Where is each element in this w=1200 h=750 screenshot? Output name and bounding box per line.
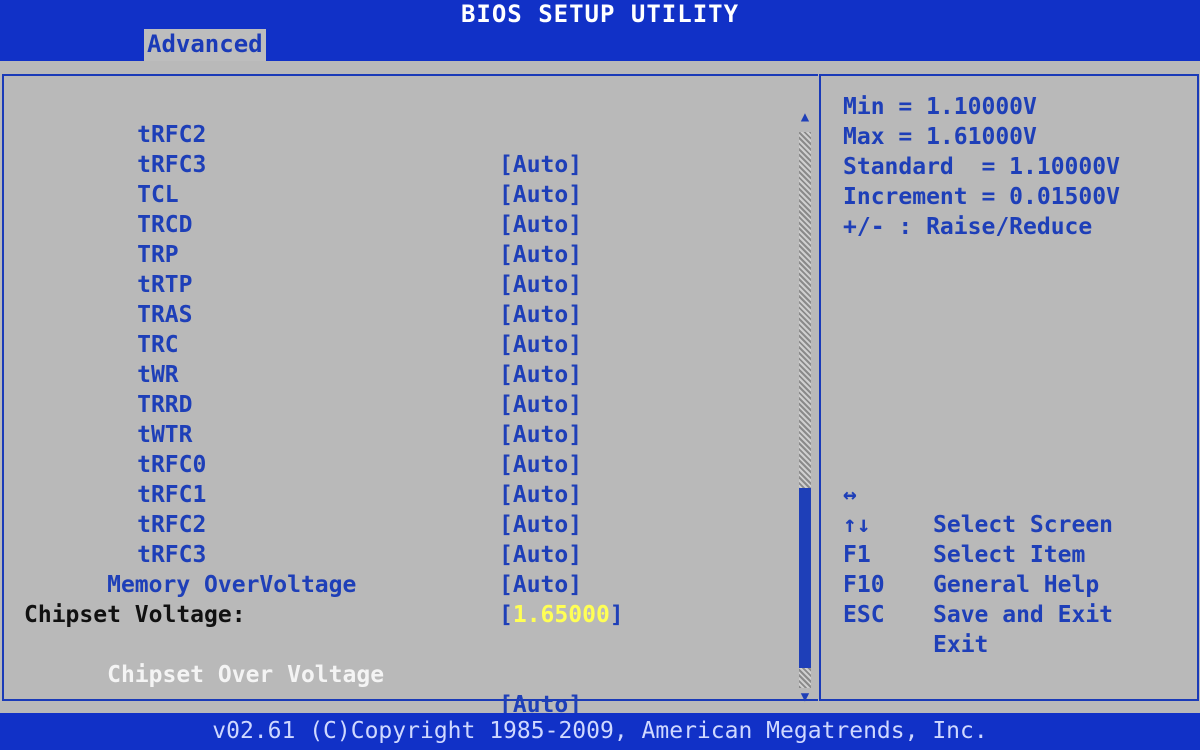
option-value[interactable]: [Auto]	[499, 210, 582, 240]
option-value-memory-overvoltage[interactable]: [1.65000]	[499, 600, 624, 630]
scrollbar[interactable]: ▲ ▼	[797, 102, 813, 712]
option-value[interactable]: [Auto]	[499, 540, 582, 570]
option-value[interactable]: [Auto]	[499, 450, 582, 480]
option-memory-overvoltage[interactable]: Memory OverVoltage [1.65000]	[24, 540, 624, 628]
option-trfc2[interactable]: tRFC2 [Auto]	[54, 90, 582, 178]
scroll-down-arrow-icon[interactable]: ▼	[797, 690, 813, 704]
option-value[interactable]: [Auto]	[499, 510, 582, 540]
option-trrd[interactable]: TRRD [Auto]	[54, 360, 582, 448]
option-value[interactable]: [Auto]	[499, 360, 582, 390]
option-trtp[interactable]: tRTP [Auto]	[54, 240, 582, 328]
option-label: Memory OverVoltage	[107, 572, 357, 598]
option-tras[interactable]: TRAS [Auto]	[54, 270, 582, 358]
highlighted-value[interactable]: 1.65000	[513, 602, 610, 628]
option-trfc2-b[interactable]: tRFC2 [Auto]	[54, 480, 582, 568]
app-title: BIOS SETUP UTILITY	[460, 0, 740, 28]
option-value[interactable]: [Auto]	[499, 150, 582, 180]
key-name: ESC	[843, 602, 885, 628]
title-bar: BIOS SETUP UTILITY	[0, 0, 1200, 29]
option-trfc1[interactable]: tRFC1 [Auto]	[54, 450, 582, 538]
option-value[interactable]: [Auto]	[499, 330, 582, 360]
chipset-voltage-heading: Chipset Voltage:	[24, 602, 246, 628]
key-description: Select Item	[933, 542, 1086, 568]
option-value[interactable]: [Auto]	[499, 300, 582, 330]
option-trfc3-b[interactable]: tRFC3 [Auto]	[54, 510, 582, 598]
scroll-thumb[interactable]	[799, 488, 811, 668]
help-line: Standard = 1.10000V	[843, 154, 1120, 180]
tab-bar: Advanced	[0, 29, 1200, 61]
option-value[interactable]: [Auto]	[499, 240, 582, 270]
option-twtr[interactable]: tWTR [Auto]	[54, 390, 582, 478]
option-twr[interactable]: tWR [Auto]	[54, 330, 582, 418]
option-value[interactable]: [Auto]	[499, 570, 582, 600]
option-trfc3[interactable]: tRFC3 [Auto]	[54, 120, 582, 208]
settings-panel: tRFC2 [Auto] tRFC3 [Auto] TCL [Auto] TRC…	[2, 74, 818, 718]
copyright-footer: v02.61 (C)Copyright 1985-2009, American …	[0, 713, 1200, 750]
option-trc[interactable]: TRC [Auto]	[54, 300, 582, 388]
bracket-close: ]	[609, 602, 624, 628]
option-value[interactable]: [Auto]	[499, 420, 582, 450]
option-value[interactable]: [Auto]	[499, 390, 582, 420]
option-value[interactable]: [Auto]	[499, 270, 582, 300]
scroll-up-arrow-icon[interactable]: ▲	[797, 110, 813, 124]
option-tcl[interactable]: TCL [Auto]	[54, 150, 582, 238]
key-hint-exit: ESC Exit	[843, 570, 988, 690]
key-description: Select Screen	[933, 512, 1114, 538]
option-trp[interactable]: TRP [Auto]	[54, 210, 582, 298]
option-label: Chipset Over Voltage	[107, 662, 385, 688]
option-chipset-overvoltage[interactable]: Chipset Over Voltage [Auto]	[24, 630, 582, 718]
help-line: Increment = 0.01500V	[843, 184, 1120, 210]
key-description: Save and Exit	[933, 602, 1114, 628]
key-description: General Help	[933, 572, 1100, 598]
option-value[interactable]: [Auto]	[499, 480, 582, 510]
help-line: Max = 1.61000V	[843, 124, 1037, 150]
option-trcd[interactable]: TRCD [Auto]	[54, 180, 582, 268]
bracket-open: [	[499, 602, 513, 628]
help-line: Min = 1.10000V	[843, 94, 1037, 120]
help-line: +/- : Raise/Reduce	[843, 214, 1093, 240]
main-area: tRFC2 [Auto] tRFC3 [Auto] TCL [Auto] TRC…	[2, 62, 1199, 718]
tab-advanced[interactable]: Advanced	[144, 29, 266, 61]
option-trfc0[interactable]: tRFC0 [Auto]	[54, 420, 582, 508]
key-description: Exit	[933, 632, 989, 658]
option-value[interactable]: [Auto]	[499, 180, 582, 210]
help-panel: Min = 1.10000V Max = 1.61000V Standard =…	[819, 74, 1199, 701]
